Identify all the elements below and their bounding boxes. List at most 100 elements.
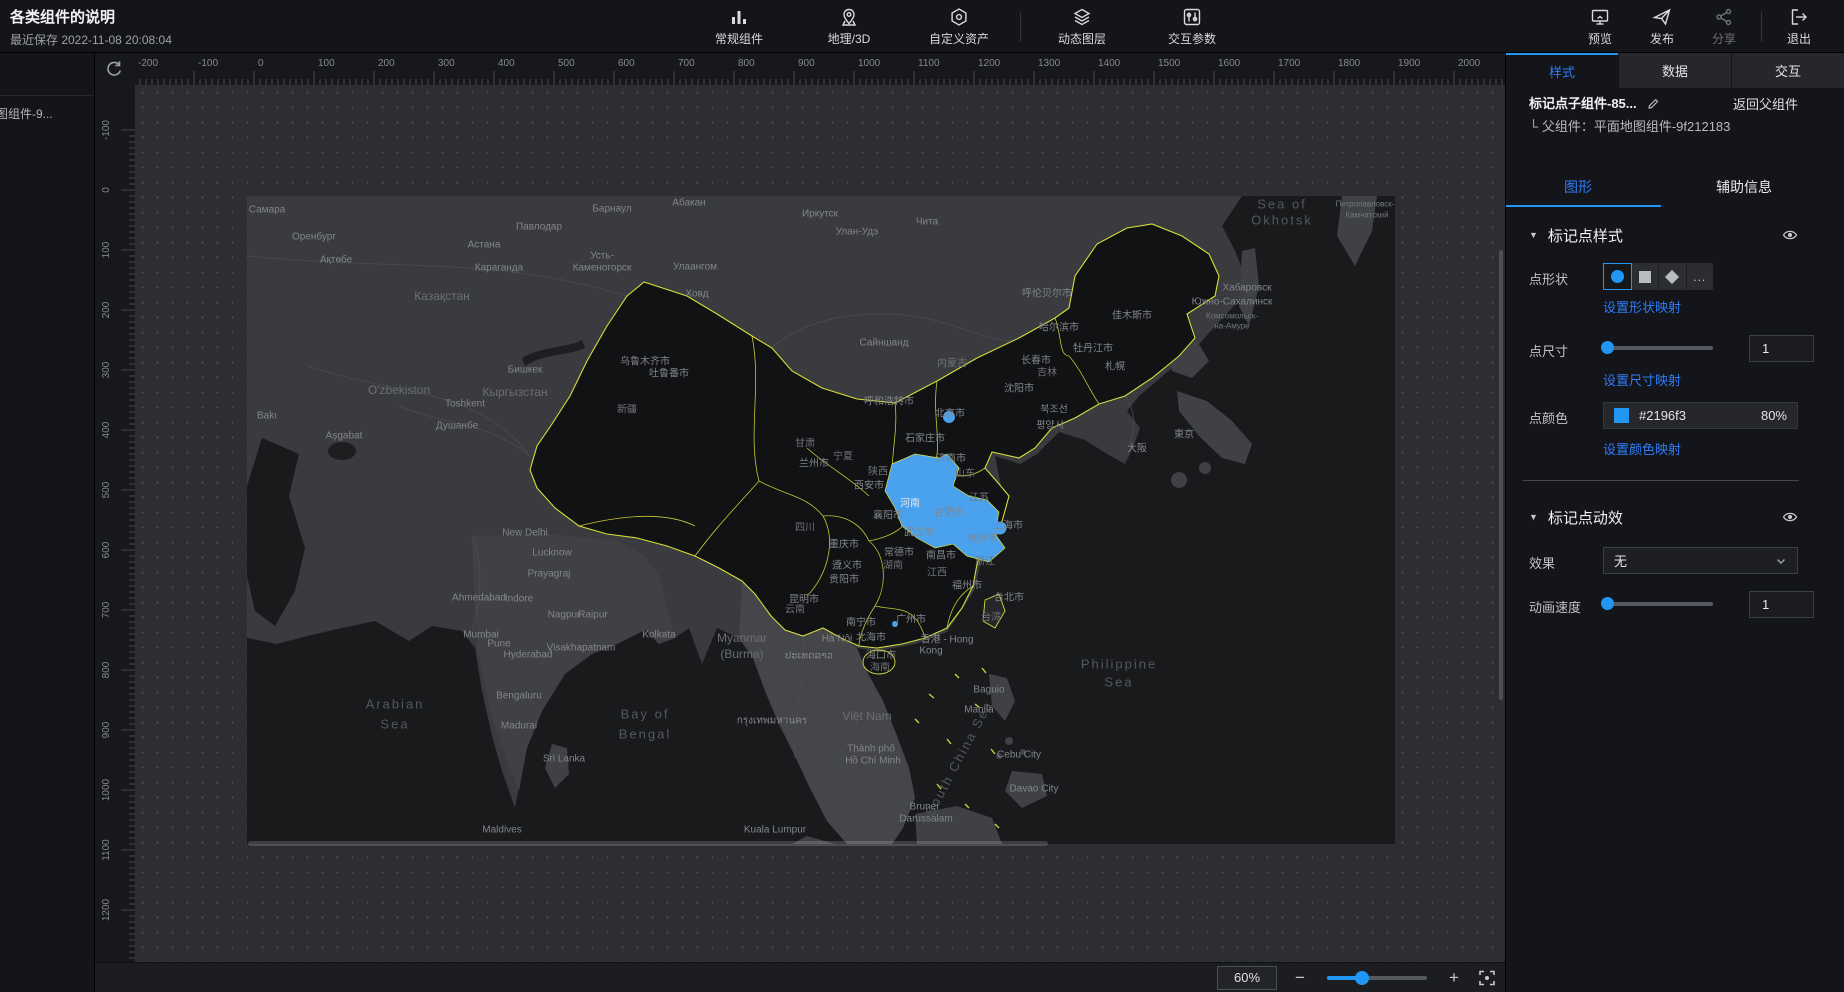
page-title: 各类组件的说明 xyxy=(10,6,172,27)
tool-geo-3d[interactable]: 地理/3D xyxy=(794,0,904,53)
map-label: Хабаровск xyxy=(1223,283,1272,294)
fit-to-screen-button[interactable] xyxy=(1477,968,1497,988)
animation-speed-slider-handle[interactable] xyxy=(1601,597,1614,610)
subtab-graphic[interactable]: 图形 xyxy=(1564,177,1592,197)
zoom-out-button[interactable]: − xyxy=(1291,968,1309,988)
point-size-slider[interactable] xyxy=(1603,346,1713,350)
collapse-caret-icon[interactable]: ▼ xyxy=(1529,512,1538,522)
map-label: Чита xyxy=(916,217,938,228)
tool-custom-assets[interactable]: 自定义资产 xyxy=(904,0,1014,53)
effect-row: 效果 无 xyxy=(1529,547,1798,575)
animation-speed-row: 动画速度 1 xyxy=(1529,591,1798,619)
map-label: 乌鲁木齐市 xyxy=(620,353,670,368)
map-label: 佳木斯市 xyxy=(1112,307,1152,322)
animation-speed-slider[interactable] xyxy=(1603,602,1713,606)
effect-dropdown[interactable]: 无 xyxy=(1603,547,1798,574)
shape-diamond-option[interactable] xyxy=(1659,263,1687,290)
tool-label: 常规组件 xyxy=(715,30,763,47)
point-size-input[interactable]: 1 xyxy=(1749,335,1814,362)
map-artboard[interactable]: Sea ofOkhotskPhilippineSeaArabianSeaBay … xyxy=(247,196,1395,844)
map-label: 济南市 xyxy=(936,450,966,465)
svg-text:0: 0 xyxy=(258,58,264,69)
svg-text:600: 600 xyxy=(618,58,635,69)
circle-shape-icon xyxy=(1611,270,1624,283)
marker-style-section-header[interactable]: ▼ 标记点样式 xyxy=(1529,223,1798,247)
size-mapping-link[interactable]: 设置尺寸映射 xyxy=(1603,370,1844,389)
color-opacity: 80% xyxy=(1761,408,1787,423)
svg-text:0: 0 xyxy=(101,187,112,193)
zoom-slider-handle[interactable] xyxy=(1355,971,1369,985)
editor-canvas[interactable]: Sea ofOkhotskPhilippineSeaArabianSeaBay … xyxy=(135,85,1505,962)
tool-interaction-params[interactable]: 交互参数 xyxy=(1137,0,1247,53)
publish-button[interactable]: 发布 xyxy=(1631,0,1693,53)
preview-button[interactable]: 预览 xyxy=(1569,0,1631,53)
map-label: Okhotsk xyxy=(1251,213,1313,228)
edit-name-button[interactable] xyxy=(1641,95,1660,112)
svg-text:200: 200 xyxy=(101,301,112,318)
color-value: #2196f3 xyxy=(1639,408,1751,423)
map-label: 札幌 xyxy=(1105,358,1125,373)
back-to-parent-link[interactable]: 返回父组件 xyxy=(1733,94,1798,113)
zoom-slider[interactable] xyxy=(1327,976,1427,980)
map-label: Brunei xyxy=(910,802,939,813)
map-label: (Burma) xyxy=(720,647,763,661)
sidebar-layer-item[interactable]: 图组件-9... xyxy=(0,105,95,122)
map-label: Бишкек xyxy=(508,365,543,376)
tool-label: 地理/3D xyxy=(828,30,871,47)
canvas-bottom-bar: 60% − + xyxy=(95,962,1505,992)
map-label: Nagpur xyxy=(548,610,581,621)
point-color-picker[interactable]: #2196f3 80% xyxy=(1603,402,1798,429)
exit-button[interactable]: 退出 xyxy=(1768,0,1830,53)
sliders-icon xyxy=(1182,7,1202,27)
panel-subtabs: 图形 辅助信息 xyxy=(1506,165,1844,207)
collapse-caret-icon[interactable]: ▼ xyxy=(1529,230,1538,240)
shape-more-option[interactable]: ... xyxy=(1687,263,1714,290)
point-shape-row: 点形状 ... xyxy=(1529,263,1798,291)
horizontal-scrollbar[interactable] xyxy=(248,841,1048,846)
ruler-corner[interactable] xyxy=(95,53,135,85)
zoom-in-button[interactable]: + xyxy=(1445,968,1463,988)
map-label: Караганда xyxy=(475,263,523,274)
parent-component-label: 父组件：平面地图组件-9f212183 xyxy=(1542,119,1731,134)
layers-icon xyxy=(1072,7,1092,27)
visibility-eye-icon[interactable] xyxy=(1782,227,1798,248)
svg-text:1100: 1100 xyxy=(918,58,940,69)
share-nodes-icon xyxy=(1714,7,1734,27)
tab-interaction[interactable]: 交互 xyxy=(1731,53,1844,88)
map-label: 兰州市 xyxy=(799,455,829,470)
point-size-slider-handle[interactable] xyxy=(1601,341,1614,354)
map-label: 呼伦贝尔市 xyxy=(1022,285,1072,300)
color-mapping-link[interactable]: 设置颜色映射 xyxy=(1603,439,1844,458)
map-label: на-Амуре xyxy=(1214,322,1249,331)
map-label: 呼和浩特市 xyxy=(864,393,914,408)
zoom-level-input[interactable]: 60% xyxy=(1217,966,1277,990)
vertical-scrollbar[interactable] xyxy=(1499,250,1503,700)
svg-text:900: 900 xyxy=(101,721,112,738)
tab-style[interactable]: 样式 xyxy=(1506,53,1618,88)
tool-dynamic-layers[interactable]: 动态图层 xyxy=(1027,0,1137,53)
map-label: Arabian xyxy=(366,697,425,712)
map-label: Toshkent xyxy=(445,399,485,410)
share-button[interactable]: 分享 xyxy=(1693,0,1755,53)
tool-label: 交互参数 xyxy=(1168,30,1216,47)
action-label: 预览 xyxy=(1588,30,1612,47)
toolbar-divider xyxy=(1020,12,1021,42)
shape-circle-option[interactable] xyxy=(1603,263,1632,290)
svg-text:-100: -100 xyxy=(101,120,112,140)
marker-animation-section-header[interactable]: ▼ 标记点动效 xyxy=(1529,505,1798,529)
shape-square-option[interactable] xyxy=(1632,263,1660,290)
visibility-eye-icon[interactable] xyxy=(1782,509,1798,530)
map-label: 江西 xyxy=(927,564,947,579)
map-label: 贵阳市 xyxy=(829,571,859,586)
map-label: 江苏 xyxy=(969,489,989,504)
svg-text:400: 400 xyxy=(101,421,112,438)
tab-data[interactable]: 数据 xyxy=(1618,53,1731,88)
component-name: 标记点子组件-85... xyxy=(1529,96,1637,111)
tool-regular-components[interactable]: 常规组件 xyxy=(684,0,794,53)
subtab-aux-info[interactable]: 辅助信息 xyxy=(1716,177,1772,197)
shape-mapping-link[interactable]: 设置形状映射 xyxy=(1603,297,1844,316)
map-label: 杭州市 xyxy=(967,530,997,545)
map-label: Lucknow xyxy=(532,548,571,559)
map-label: Mumbai xyxy=(463,630,499,641)
animation-speed-input[interactable]: 1 xyxy=(1749,591,1814,618)
